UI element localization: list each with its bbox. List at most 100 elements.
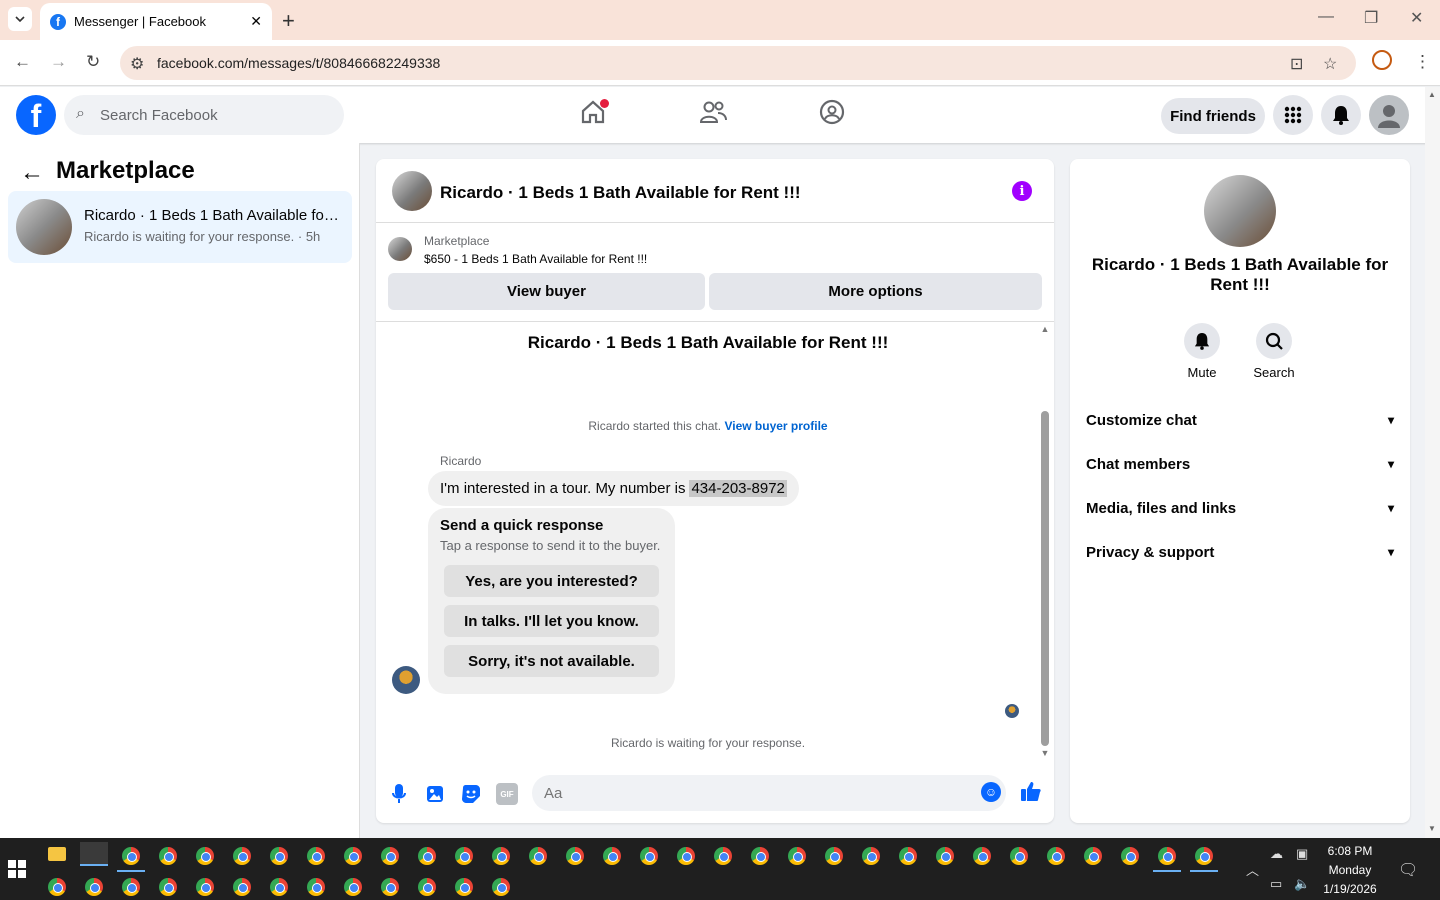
chrome-taskbar-icon[interactable]: [381, 878, 399, 896]
install-app-icon[interactable]: ⊡: [1290, 54, 1303, 74]
account-avatar-icon[interactable]: [1369, 95, 1409, 135]
sender-avatar[interactable]: [392, 666, 420, 694]
chrome-taskbar-icon[interactable]: [196, 878, 214, 896]
chrome-taskbar-icon[interactable]: [714, 847, 732, 865]
chrome-taskbar-icon[interactable]: [307, 847, 325, 865]
tab-search-button[interactable]: [8, 7, 32, 31]
chrome-taskbar-icon[interactable]: [48, 878, 66, 896]
chrome-taskbar-icon[interactable]: [1190, 847, 1218, 872]
windows-start-icon[interactable]: [8, 860, 26, 878]
restore-button[interactable]: ❐: [1364, 8, 1378, 28]
network-icon[interactable]: ▭: [1270, 876, 1282, 892]
chrome-taskbar-icon[interactable]: [825, 847, 843, 865]
clock-date[interactable]: 1/19/2026: [1318, 882, 1382, 896]
meet-now-icon[interactable]: ▣: [1296, 846, 1308, 862]
bookmark-star-icon[interactable]: ☆: [1323, 54, 1337, 74]
customize-chat-section[interactable]: Customize chat ▾: [1086, 402, 1394, 438]
chrome-taskbar-icon[interactable]: [418, 878, 436, 896]
show-hidden-icons-icon[interactable]: ︿: [1246, 860, 1259, 879]
message-phone-number[interactable]: 434-203-8972: [689, 480, 787, 497]
chrome-taskbar-icon[interactable]: [1121, 847, 1139, 865]
onedrive-icon[interactable]: ☁: [1270, 846, 1283, 862]
facebook-search-input[interactable]: ⌕ Search Facebook: [64, 95, 344, 135]
chrome-taskbar-icon[interactable]: [677, 847, 695, 865]
sticker-icon[interactable]: [460, 783, 482, 805]
notifications-bell-icon[interactable]: [1321, 95, 1361, 135]
chrome-taskbar-icon[interactable]: [307, 878, 325, 896]
pinned-app-icon[interactable]: [80, 842, 108, 866]
gif-icon[interactable]: GIF: [496, 783, 518, 805]
message-bubble[interactable]: I'm interested in a tour. My number is 4…: [428, 471, 799, 506]
conversation-item[interactable]: Ricardo · 1 Beds 1 Bath Available for Re…: [8, 191, 352, 263]
find-friends-button[interactable]: Find friends: [1161, 98, 1265, 134]
mute-button[interactable]: Mute: [1172, 323, 1232, 380]
chrome-taskbar-icon[interactable]: [344, 878, 362, 896]
chat-scrollbar-thumb[interactable]: [1041, 411, 1049, 746]
chrome-taskbar-icon[interactable]: [117, 847, 145, 872]
view-buyer-profile-link[interactable]: View buyer profile: [724, 419, 827, 433]
reload-button[interactable]: ↻: [86, 52, 100, 72]
info-icon[interactable]: i: [1012, 181, 1032, 201]
site-info-icon[interactable]: ⚙: [130, 54, 144, 74]
minimize-button[interactable]: —: [1318, 8, 1334, 26]
chrome-taskbar-icon[interactable]: [751, 847, 769, 865]
chrome-taskbar-icon[interactable]: [418, 847, 436, 865]
window-close-button[interactable]: ✕: [1410, 8, 1423, 28]
chrome-taskbar-icon[interactable]: [862, 847, 880, 865]
file-explorer-icon[interactable]: [48, 847, 66, 861]
friends-icon[interactable]: [698, 99, 728, 129]
chrome-taskbar-icon[interactable]: [344, 847, 362, 865]
chrome-taskbar-icon[interactable]: [85, 878, 103, 896]
media-files-links-section[interactable]: Media, files and links ▾: [1086, 490, 1394, 526]
back-arrow-icon[interactable]: ←: [20, 159, 44, 187]
chrome-taskbar-icon[interactable]: [233, 847, 251, 865]
back-button[interactable]: ←: [14, 52, 31, 72]
clock-time[interactable]: 6:08 PM: [1318, 844, 1382, 858]
scroll-down-arrow-icon[interactable]: ▼: [1040, 748, 1050, 758]
chrome-taskbar-icon[interactable]: [270, 847, 288, 865]
facebook-logo[interactable]: f: [16, 95, 56, 135]
chrome-taskbar-icon[interactable]: [973, 847, 991, 865]
message-input[interactable]: [532, 775, 1006, 811]
chrome-taskbar-icon[interactable]: [196, 847, 214, 865]
emoji-icon[interactable]: ☺: [981, 782, 1001, 802]
chat-info-avatar[interactable]: [1204, 175, 1276, 247]
microphone-icon[interactable]: [388, 783, 410, 805]
more-options-button[interactable]: More options: [709, 273, 1042, 310]
browser-menu-icon[interactable]: ⋮: [1414, 52, 1431, 72]
chrome-taskbar-icon[interactable]: [788, 847, 806, 865]
quick-response-unavailable-button[interactable]: Sorry, it's not available.: [444, 645, 659, 677]
chat-header-title[interactable]: Ricardo · 1 Beds 1 Bath Available for Re…: [440, 183, 801, 203]
quick-response-talks-button[interactable]: In talks. I'll let you know.: [444, 605, 659, 637]
chrome-taskbar-icon[interactable]: [899, 847, 917, 865]
chrome-taskbar-icon[interactable]: [492, 878, 510, 896]
chrome-taskbar-icon[interactable]: [455, 878, 473, 896]
quick-response-yes-button[interactable]: Yes, are you interested?: [444, 565, 659, 597]
chrome-taskbar-icon[interactable]: [492, 847, 510, 865]
privacy-support-section[interactable]: Privacy & support ▾: [1086, 534, 1394, 570]
tab-close-icon[interactable]: ✕: [250, 13, 262, 30]
chrome-taskbar-icon[interactable]: [233, 878, 251, 896]
notification-center-icon[interactable]: 🗨: [1398, 860, 1418, 880]
listing-title[interactable]: $650 - 1 Beds 1 Bath Available for Rent …: [424, 252, 647, 266]
photo-icon[interactable]: [424, 783, 446, 805]
chat-members-section[interactable]: Chat members ▾: [1086, 446, 1394, 482]
chrome-taskbar-icon[interactable]: [159, 878, 177, 896]
address-bar[interactable]: ⚙ facebook.com/messages/t/80846668224933…: [120, 46, 1356, 80]
clock-day[interactable]: Monday: [1318, 863, 1382, 877]
search-chat-button[interactable]: Search: [1244, 323, 1304, 380]
chrome-taskbar-icon[interactable]: [603, 847, 621, 865]
groups-icon[interactable]: [817, 99, 847, 129]
forward-button[interactable]: →: [50, 52, 67, 72]
chrome-taskbar-icon[interactable]: [529, 847, 547, 865]
chrome-taskbar-icon[interactable]: [936, 847, 954, 865]
profile-icon[interactable]: [1372, 50, 1392, 70]
scroll-up-arrow-icon[interactable]: ▲: [1040, 324, 1050, 334]
chat-header-avatar[interactable]: [392, 171, 432, 211]
chrome-taskbar-icon[interactable]: [1153, 847, 1181, 872]
chrome-taskbar-icon[interactable]: [1047, 847, 1065, 865]
chrome-taskbar-icon[interactable]: [1084, 847, 1102, 865]
chrome-taskbar-icon[interactable]: [1010, 847, 1028, 865]
chrome-taskbar-icon[interactable]: [381, 847, 399, 865]
new-tab-button[interactable]: +: [282, 8, 295, 34]
